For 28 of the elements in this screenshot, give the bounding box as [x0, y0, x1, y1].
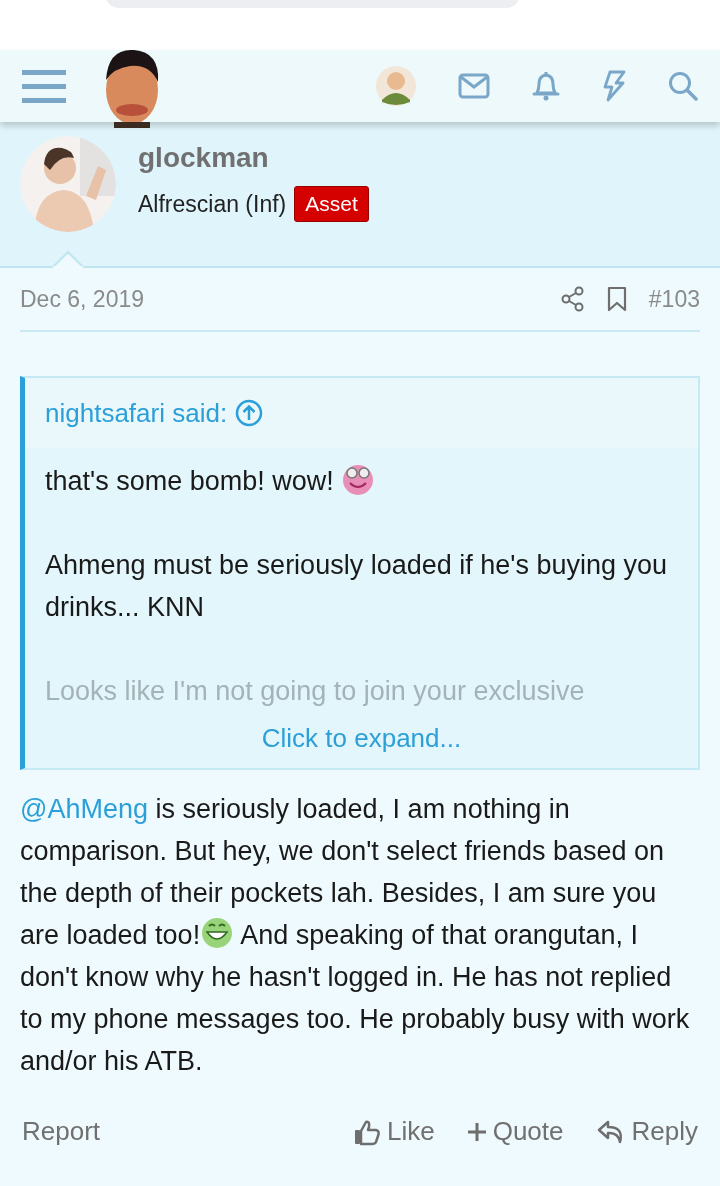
- arrow-up-icon[interactable]: [235, 399, 264, 427]
- mention-link[interactable]: @AhMeng: [20, 794, 148, 824]
- share-icon[interactable]: [560, 286, 585, 312]
- post-text: @AhMeng is seriously loaded, I am nothing in comparison. But hey, we don't select friends based on the depth of their pockets lah. Besides, I am sure you are loaded too! And speaking of that orangutan, I don't know why he hasn't logged in. He has not replied to my phone messages too. He probably busy with work and/or his ATB.: [20, 793, 691, 1078]
- plus-icon: [466, 1121, 487, 1142]
- quote-button[interactable]: Quote: [466, 1116, 564, 1147]
- post-date[interactable]: Dec 6, 2019: [20, 285, 561, 313]
- post-number[interactable]: #103: [648, 285, 700, 313]
- menu-icon[interactable]: [22, 68, 66, 104]
- grin-icon: [200, 916, 235, 950]
- quote-author[interactable]: nightsafari said:: [45, 397, 228, 429]
- user-avatar[interactable]: [376, 66, 416, 106]
- bell-icon[interactable]: [532, 71, 560, 101]
- quote-text: Looks like I'm not going to join your exclusive: [45, 675, 586, 708]
- quote-text: that's some bomb! wow!: [45, 460, 678, 502]
- expand-link[interactable]: Click to expand...: [261, 723, 462, 754]
- report-link[interactable]: Report: [22, 1116, 321, 1147]
- search-icon[interactable]: [668, 71, 698, 101]
- user-title: Alfrescian (Inf): [138, 190, 287, 218]
- like-button[interactable]: Like: [353, 1116, 435, 1147]
- user-banner: Asset: [294, 186, 369, 222]
- lightning-icon[interactable]: [602, 70, 626, 102]
- quote-text: Ahmeng must be seriously loaded if he's buying you drinks... KNN: [45, 549, 668, 624]
- bookmark-icon[interactable]: [606, 286, 627, 312]
- reply-button[interactable]: Reply: [595, 1116, 698, 1147]
- username[interactable]: glockman: [138, 142, 369, 174]
- smiley-icon: [341, 462, 376, 496]
- mail-icon[interactable]: [458, 73, 490, 99]
